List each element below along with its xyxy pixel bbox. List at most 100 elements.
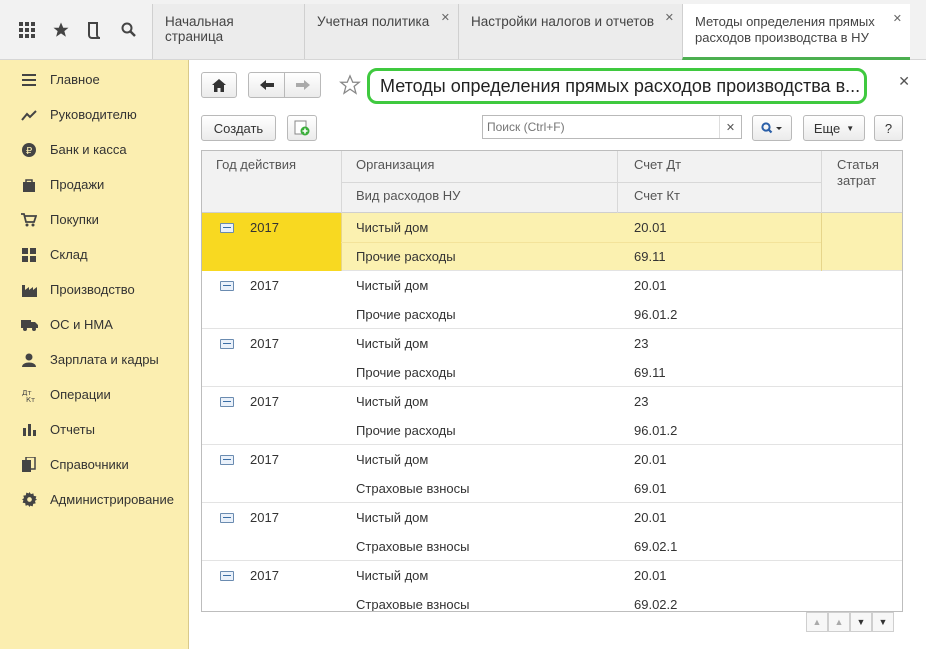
history-icon[interactable] <box>78 13 112 47</box>
column-header-expense-type[interactable]: Вид расходов НУ <box>342 182 474 209</box>
ruble-icon: ₽ <box>20 142 38 158</box>
expense-type-value: Прочие расходы <box>356 365 456 380</box>
sidebar-item-label: Руководителю <box>50 107 137 122</box>
search-options-button[interactable] <box>752 115 792 141</box>
sidebar-item-label: Главное <box>50 72 100 87</box>
menu-icon <box>20 72 38 88</box>
sidebar-item-label: Банк и касса <box>50 142 127 157</box>
bag-icon <box>20 177 38 193</box>
year-value: 2017 <box>250 336 279 351</box>
organization-value: Чистый дом <box>356 220 429 235</box>
bar-chart-icon <box>20 422 38 438</box>
column-header-organization[interactable]: Организация <box>342 151 448 178</box>
tab-label: Начальная страница <box>165 14 234 44</box>
sidebar-item-administration[interactable]: Администрирование <box>0 482 188 517</box>
search-field[interactable]: ✕ <box>482 115 742 139</box>
create-button[interactable]: Создать <box>201 115 276 141</box>
year-value: 2017 <box>250 568 279 583</box>
scroll-up-icon[interactable]: ▲ <box>828 612 850 632</box>
scroll-bottom-icon[interactable]: ▼ <box>872 612 894 632</box>
search-icon[interactable] <box>112 13 146 47</box>
main-content: Методы определения прямых расходов произ… <box>190 60 926 649</box>
column-header-year[interactable]: Год действия <box>202 151 310 178</box>
sidebar-item-directories[interactable]: Справочники <box>0 447 188 482</box>
table-row[interactable]: 2017 Чистый дом Прочие расходы 20.01 96.01.2 <box>202 271 902 329</box>
sidebar-item-warehouse[interactable]: Склад <box>0 237 188 272</box>
year-value: 2017 <box>250 394 279 409</box>
more-button[interactable]: Еще ▼ <box>803 115 865 141</box>
clear-search-icon[interactable]: ✕ <box>719 116 741 138</box>
svg-text:₽: ₽ <box>26 146 33 157</box>
sidebar-item-bank[interactable]: ₽ Банк и касса <box>0 132 188 167</box>
tab-accounting-policy[interactable]: Учетная политика ✕ <box>304 4 458 59</box>
search-dropdown-icon <box>761 122 782 134</box>
sidebar-item-operations[interactable]: Дт Кт Операции <box>0 377 188 412</box>
close-icon[interactable]: ✕ <box>893 11 902 27</box>
column-header-credit[interactable]: Счет Кт <box>620 182 694 209</box>
create-copy-button[interactable] <box>287 115 317 141</box>
favorites-star-icon[interactable] <box>44 13 78 47</box>
more-label: Еще <box>813 120 841 136</box>
sidebar-item-main[interactable]: Главное <box>0 62 188 97</box>
table-row[interactable]: 2017 Чистый дом Прочие расходы 23 69.11 <box>202 329 902 387</box>
organization-value: Чистый дом <box>356 336 429 351</box>
truck-icon <box>20 317 38 333</box>
table-row[interactable]: 2017 Чистый дом Страховые взносы 20.01 69.02… <box>202 503 902 561</box>
year-value: 2017 <box>250 452 279 467</box>
organization-value: Чистый дом <box>356 510 429 525</box>
expense-type-value: Страховые взносы <box>356 481 470 496</box>
record-icon <box>220 571 234 581</box>
expense-type-value: Прочие расходы <box>356 423 456 438</box>
arrow-left-icon <box>259 80 274 90</box>
expense-type-value: Прочие расходы <box>356 307 456 322</box>
list-navigation: ▲ ▲ ▼ ▼ <box>806 612 894 632</box>
back-button[interactable] <box>248 72 285 98</box>
credit-account-value: 69.11 <box>634 365 666 380</box>
forward-button[interactable] <box>284 72 321 98</box>
tab-home[interactable]: Начальная страница <box>152 4 304 59</box>
sidebar-item-production[interactable]: Производство <box>0 272 188 307</box>
close-icon[interactable]: ✕ <box>665 11 674 24</box>
scroll-down-icon[interactable]: ▼ <box>850 612 872 632</box>
data-table: Год действия Организация Вид расходов НУ… <box>201 150 903 612</box>
search-input[interactable] <box>483 116 713 138</box>
trend-icon <box>20 107 38 123</box>
table-row[interactable]: 2017 Чистый дом Прочие расходы 20.01 69.11 <box>202 213 902 271</box>
tab-direct-costs-methods[interactable]: Методы определения прямых расходов произ… <box>682 4 910 60</box>
favorite-star-icon[interactable] <box>339 74 361 99</box>
sidebar-item-label: Зарплата и кадры <box>50 352 159 367</box>
table-row[interactable]: 2017 Чистый дом Страховые взносы 20.01 69.01 <box>202 445 902 503</box>
column-header-cost-item[interactable]: Статья затрат <box>823 151 901 195</box>
column-header-debit[interactable]: Счет Дт <box>620 151 695 178</box>
chevron-down-icon: ▼ <box>846 123 855 133</box>
scroll-top-icon[interactable]: ▲ <box>806 612 828 632</box>
record-icon <box>220 513 234 523</box>
sidebar-item-sales[interactable]: Продажи <box>0 167 188 202</box>
credit-account-value: 69.01 <box>634 481 667 496</box>
sidebar-item-salary[interactable]: Зарплата и кадры <box>0 342 188 377</box>
record-icon <box>220 339 234 349</box>
table-row[interactable]: 2017 Чистый дом Прочие расходы 23 96.01.2 <box>202 387 902 445</box>
apps-grid-icon[interactable] <box>10 13 44 47</box>
debit-account-value: 20.01 <box>634 568 667 583</box>
help-button[interactable]: ? <box>874 115 903 141</box>
organization-value: Чистый дом <box>356 278 429 293</box>
sidebar: Главное Руководителю ₽ Банк и касса Прод… <box>0 60 189 649</box>
sidebar-item-manager[interactable]: Руководителю <box>0 97 188 132</box>
home-button[interactable] <box>201 72 237 98</box>
dt-kt-icon: Дт Кт <box>20 387 38 403</box>
year-value: 2017 <box>250 220 279 235</box>
sidebar-item-fixed-assets[interactable]: ОС и НМА <box>0 307 188 342</box>
sidebar-item-label: Покупки <box>50 212 99 227</box>
tab-label: Учетная политика <box>317 14 430 29</box>
sidebar-item-reports[interactable]: Отчеты <box>0 412 188 447</box>
table-row[interactable]: 2017 Чистый дом Страховые взносы 20.01 69.02… <box>202 561 902 611</box>
close-icon[interactable]: ✕ <box>441 11 450 24</box>
table-header: Год действия Организация Вид расходов НУ… <box>202 151 902 213</box>
sidebar-item-purchases[interactable]: Покупки <box>0 202 188 237</box>
close-icon[interactable]: ✕ <box>898 73 910 90</box>
credit-account-value: 96.01.2 <box>634 423 678 438</box>
home-icon <box>212 78 226 92</box>
organization-value: Чистый дом <box>356 568 429 583</box>
tab-tax-settings[interactable]: Настройки налогов и отчетов ✕ <box>458 4 682 59</box>
